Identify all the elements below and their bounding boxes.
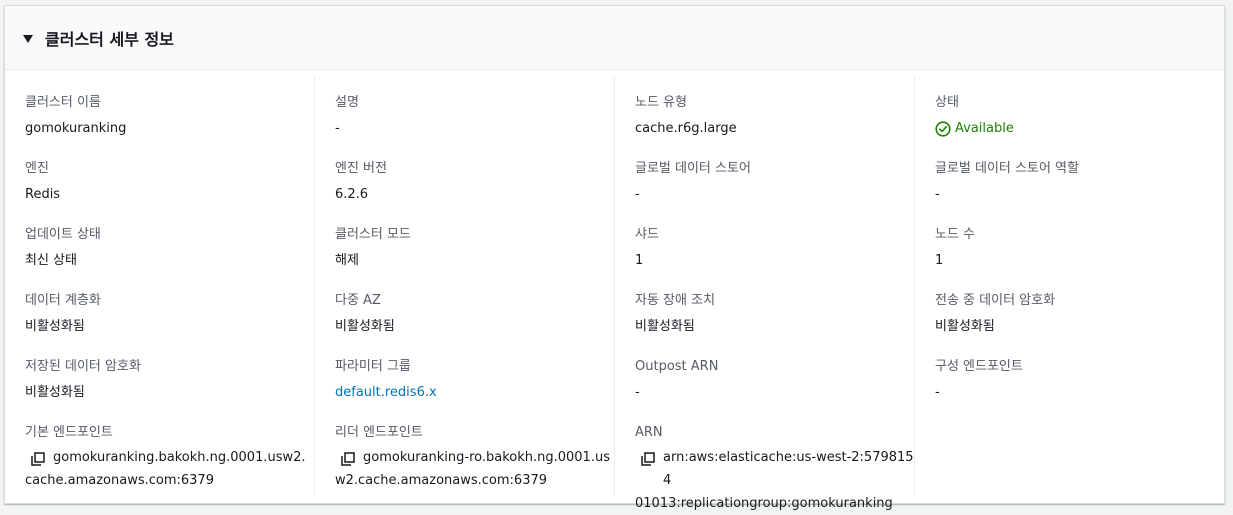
field-configuration-endpoint: 구성 엔드포인트 - bbox=[935, 358, 1224, 424]
status-text: Available bbox=[955, 121, 1014, 136]
field-value: - bbox=[635, 187, 640, 202]
caret-down-icon[interactable] bbox=[23, 34, 33, 43]
field-value: 1 bbox=[935, 253, 944, 268]
endpoint-text: gomokuranking.bakokh.ng.0001.usw2. cache… bbox=[25, 446, 311, 492]
field-description: 설명 - bbox=[335, 94, 614, 160]
field-label: 글로벌 데이터 스토어 bbox=[635, 161, 751, 176]
field-parameter-group: 파라미터 그룹 default.redis6.x bbox=[335, 358, 614, 424]
status-indicator: Available bbox=[935, 118, 1224, 140]
field-encryption-at-rest: 저장된 데이터 암호화 비활성화됨 bbox=[25, 358, 314, 424]
field-value: 1 bbox=[635, 253, 644, 268]
arn-line-1: arn:aws:elasticache:us-west-2:5798154 bbox=[663, 450, 914, 488]
field-primary-endpoint: 기본 엔드포인트 gomokuranking.bakokh.ng.0001.us… bbox=[25, 424, 314, 490]
field-value: 비활성화됨 bbox=[635, 319, 695, 334]
field-value: 비활성화됨 bbox=[335, 319, 395, 334]
field-label: ARN bbox=[635, 425, 663, 440]
arn-value: arn:aws:elasticache:us-west-2:5798154 01… bbox=[635, 446, 914, 515]
arn-text: arn:aws:elasticache:us-west-2:5798154 01… bbox=[635, 446, 914, 515]
field-label: 자동 장애 조치 bbox=[635, 293, 716, 308]
field-label: 노드 수 bbox=[935, 227, 976, 242]
field-value: 최신 상태 bbox=[25, 253, 77, 268]
field-value: 6.2.6 bbox=[335, 187, 369, 202]
field-reader-endpoint: 리더 엔드포인트 gomokuranking-ro.bakokh.ng.0001… bbox=[335, 424, 614, 490]
field-label: 다중 AZ bbox=[335, 293, 381, 308]
field-label: 전송 중 데이터 암호화 bbox=[935, 293, 1056, 308]
details-column-4: 상태 Available 글로벌 데이터 스토어 역할 - 노드 수 1 전송 … bbox=[914, 76, 1224, 495]
field-label: 글로벌 데이터 스토어 역할 bbox=[935, 161, 1079, 176]
details-grid: 클러스터 이름 gomokuranking 엔진 Redis 업데이트 상태 최… bbox=[5, 76, 1224, 511]
field-value: - bbox=[935, 187, 940, 202]
field-value: - bbox=[635, 385, 640, 400]
field-label: 저장된 데이터 암호화 bbox=[25, 359, 141, 374]
field-label: 상태 bbox=[935, 95, 959, 110]
field-value: 해제 bbox=[335, 253, 359, 268]
status-positive-icon bbox=[935, 121, 951, 137]
parameter-group-link[interactable]: default.redis6.x bbox=[335, 382, 614, 404]
field-label: 설명 bbox=[335, 95, 359, 110]
copy-icon[interactable] bbox=[641, 452, 655, 466]
field-outpost-arn: Outpost ARN - bbox=[635, 358, 914, 424]
field-status: 상태 Available bbox=[935, 94, 1224, 160]
field-value: gomokuranking bbox=[25, 121, 127, 136]
field-cluster-mode: 클러스터 모드 해제 bbox=[335, 226, 614, 292]
field-label: 엔진 bbox=[25, 161, 49, 176]
field-value: 비활성화됨 bbox=[25, 385, 85, 400]
endpoint-line-2: w2.cache.amazonaws.com:6379 bbox=[335, 473, 548, 488]
field-global-datastore: 글로벌 데이터 스토어 - bbox=[635, 160, 914, 226]
field-label: 클러스터 이름 bbox=[25, 95, 101, 110]
field-label: Outpost ARN bbox=[635, 359, 719, 374]
field-global-datastore-role: 글로벌 데이터 스토어 역할 - bbox=[935, 160, 1224, 226]
field-node-type: 노드 유형 cache.r6g.large bbox=[635, 94, 914, 160]
field-value: Redis bbox=[25, 187, 61, 202]
copy-icon[interactable] bbox=[31, 452, 45, 466]
field-label: 업데이트 상태 bbox=[25, 227, 101, 242]
cluster-details-panel: 클러스터 세부 정보 클러스터 이름 gomokuranking 엔진 Redi… bbox=[4, 5, 1225, 511]
reader-endpoint-value: gomokuranking-ro.bakokh.ng.0001.us w2.ca… bbox=[335, 446, 614, 492]
field-label: 리더 엔드포인트 bbox=[335, 425, 423, 440]
field-label: 데이터 계층화 bbox=[25, 293, 101, 308]
field-value: - bbox=[935, 385, 940, 400]
primary-endpoint-value: gomokuranking.bakokh.ng.0001.usw2. cache… bbox=[25, 446, 314, 492]
field-value: 비활성화됨 bbox=[25, 319, 85, 334]
field-value: - bbox=[335, 121, 340, 136]
field-shards: 샤드 1 bbox=[635, 226, 914, 292]
endpoint-line-2: cache.amazonaws.com:6379 bbox=[25, 473, 214, 488]
field-multi-az: 다중 AZ 비활성화됨 bbox=[335, 292, 614, 358]
field-label: 구성 엔드포인트 bbox=[935, 359, 1023, 374]
details-column-1: 클러스터 이름 gomokuranking 엔진 Redis 업데이트 상태 최… bbox=[5, 76, 314, 495]
field-update-status: 업데이트 상태 최신 상태 bbox=[25, 226, 314, 292]
field-arn: ARN arn:aws:elasticache:us-west-2:579815… bbox=[635, 424, 914, 511]
field-label: 클러스터 모드 bbox=[335, 227, 411, 242]
field-label: 샤드 bbox=[635, 227, 659, 242]
details-column-2: 설명 - 엔진 버전 6.2.6 클러스터 모드 해제 다중 AZ 비활성화됨 … bbox=[314, 76, 614, 495]
cluster-details-header[interactable]: 클러스터 세부 정보 bbox=[5, 6, 1224, 70]
field-auto-failover: 자동 장애 조치 비활성화됨 bbox=[635, 292, 914, 358]
field-data-tiering: 데이터 계층화 비활성화됨 bbox=[25, 292, 314, 358]
field-engine-version: 엔진 버전 6.2.6 bbox=[335, 160, 614, 226]
field-engine: 엔진 Redis bbox=[25, 160, 314, 226]
field-cluster-name: 클러스터 이름 gomokuranking bbox=[25, 94, 314, 160]
field-value: cache.r6g.large bbox=[635, 121, 737, 136]
endpoint-line-1: gomokuranking-ro.bakokh.ng.0001.us bbox=[363, 450, 610, 465]
endpoint-text: gomokuranking-ro.bakokh.ng.0001.us w2.ca… bbox=[335, 446, 614, 492]
field-label: 기본 엔드포인트 bbox=[25, 425, 113, 440]
details-column-3: 노드 유형 cache.r6g.large 글로벌 데이터 스토어 - 샤드 1… bbox=[614, 76, 914, 511]
field-label: 엔진 버전 bbox=[335, 161, 387, 176]
panel-title: 클러스터 세부 정보 bbox=[45, 29, 174, 49]
field-encryption-in-transit: 전송 중 데이터 암호화 비활성화됨 bbox=[935, 292, 1224, 358]
field-node-count: 노드 수 1 bbox=[935, 226, 1224, 292]
copy-icon[interactable] bbox=[341, 452, 355, 466]
field-label: 파라미터 그룹 bbox=[335, 359, 411, 374]
endpoint-line-1: gomokuranking.bakokh.ng.0001.usw2. bbox=[53, 450, 306, 465]
field-label: 노드 유형 bbox=[635, 95, 687, 110]
field-value: 비활성화됨 bbox=[935, 319, 995, 334]
